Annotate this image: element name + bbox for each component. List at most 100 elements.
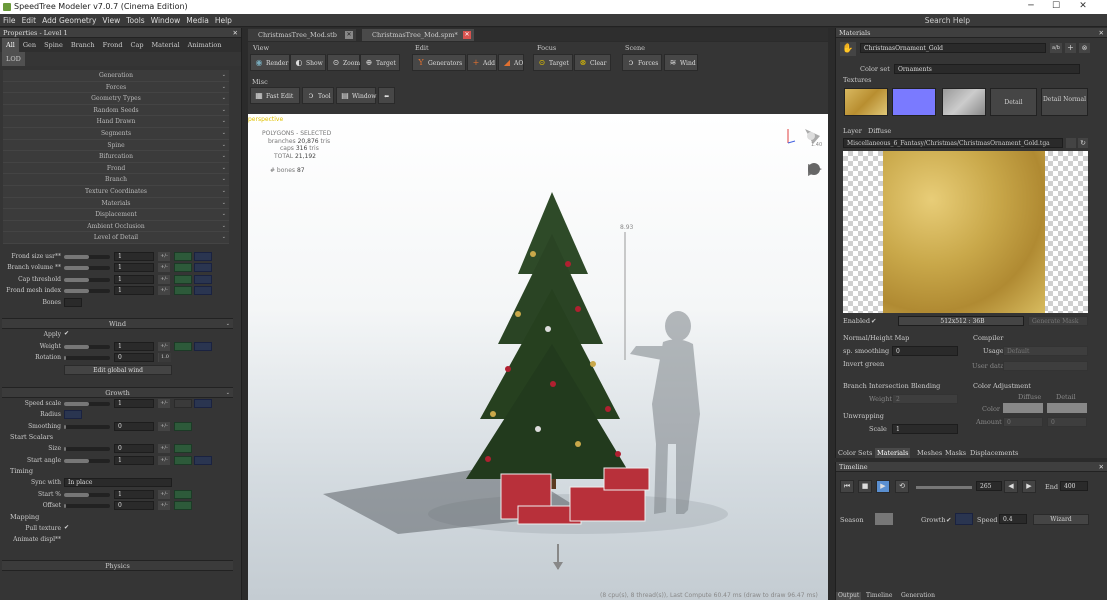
speed-field[interactable]: 0.4 — [999, 514, 1027, 524]
back-arrow-button[interactable]: ⬅ — [378, 87, 395, 104]
search-help[interactable]: Search Help — [922, 14, 973, 27]
value-field[interactable]: 1 — [114, 274, 154, 284]
tab-output[interactable]: Output — [836, 592, 862, 600]
detail-color-swatch[interactable] — [1047, 403, 1087, 413]
adjust-button[interactable]: +/- — [158, 341, 170, 351]
frame-slider[interactable] — [916, 486, 972, 489]
section-level-of-detail[interactable]: Level of Detail ⌄ — [3, 232, 229, 244]
section-geometry-types[interactable]: Geometry Types ⌄ — [3, 93, 229, 105]
ao-button[interactable]: ◢ AO — [498, 54, 524, 71]
edit-global-wind-button[interactable]: Edit global wind — [64, 364, 172, 375]
detail-slot[interactable]: Detail — [990, 88, 1037, 116]
close-icon[interactable]: ✕ — [463, 31, 471, 39]
value-field[interactable]: 1 — [114, 251, 154, 261]
user-data-field[interactable] — [1003, 361, 1088, 371]
green-swatch[interactable] — [174, 341, 192, 351]
value-field[interactable]: 1 — [114, 263, 154, 273]
section-displacement[interactable]: Displacement ⌄ — [3, 209, 229, 221]
rewind-icon[interactable]: ⏮ — [840, 480, 854, 493]
tab-frond[interactable]: Frond — [99, 38, 127, 52]
play-icon[interactable]: ▶ — [876, 480, 890, 493]
window-button[interactable]: ▤ Window — [336, 87, 376, 104]
growth-curve[interactable] — [955, 513, 973, 525]
diffuse-color-swatch[interactable] — [1003, 403, 1043, 413]
section-texture-coordinates[interactable]: Texture Coordinates ⌄ — [3, 185, 229, 198]
green-swatch[interactable] — [174, 251, 192, 261]
wind-button[interactable]: ≋ Wind — [664, 54, 698, 71]
value-field[interactable]: 0 — [114, 444, 154, 454]
section-hand-drawn[interactable]: Hand Drawn ⌄ — [3, 116, 229, 128]
rename-icon[interactable]: a/b — [1050, 43, 1062, 53]
close-button[interactable]: ✕ — [1070, 0, 1096, 13]
value-field[interactable]: 1 — [114, 455, 154, 465]
pull-texture-checkbox[interactable]: ✔ — [64, 524, 69, 531]
sync-select[interactable]: In place — [64, 478, 172, 488]
delete-material-icon[interactable]: ⊗ — [1079, 43, 1090, 53]
loop-icon[interactable]: ⟲ — [895, 480, 909, 493]
tab-animation[interactable]: Animation — [184, 38, 226, 52]
next-frame-icon[interactable]: ▶ — [1022, 480, 1036, 493]
value-slider[interactable] — [64, 356, 110, 361]
generators-button[interactable]: Y Generators — [412, 54, 466, 71]
section-generation[interactable]: Generation ⌄ — [3, 70, 229, 82]
green-swatch[interactable] — [174, 274, 192, 284]
apply-checkbox[interactable]: ✔ — [64, 330, 69, 337]
section-branch[interactable]: Branch ⌄ — [3, 174, 229, 186]
adjust-button[interactable]: +/- — [158, 251, 170, 261]
minimize-button[interactable]: ─ — [1018, 0, 1044, 13]
weight-field[interactable]: 2 — [892, 394, 958, 404]
value-field[interactable]: 1 — [114, 489, 154, 499]
hand-icon[interactable]: ✋ — [840, 42, 856, 56]
value-field[interactable]: 1 — [114, 286, 154, 296]
tab-gen[interactable]: Gen — [19, 38, 40, 52]
curve-button[interactable] — [194, 251, 212, 261]
material-name-select[interactable]: ChristmasOrnament_Gold — [860, 43, 1046, 53]
green-swatch[interactable] — [174, 286, 192, 296]
amount-detail-field[interactable]: 0 — [1047, 417, 1087, 427]
tab-branch[interactable]: Branch — [67, 38, 99, 52]
tab-materials[interactable]: Materials — [875, 448, 911, 458]
tab-cap[interactable]: Cap — [127, 38, 148, 52]
menu-help[interactable]: Help — [212, 14, 235, 27]
tab-meshes[interactable]: Meshes — [915, 448, 944, 458]
tab-color-sets[interactable]: Color Sets — [836, 448, 874, 458]
section-ambient-occlusion[interactable]: Ambient Occlusion ⌄ — [3, 220, 229, 233]
close-icon[interactable]: ✕ — [233, 28, 238, 38]
generate-mask-button[interactable]: Generate Mask — [1028, 316, 1088, 326]
value-field[interactable]: 0 — [114, 501, 154, 511]
green-swatch[interactable] — [174, 263, 192, 273]
target-button[interactable]: ⊕ Target — [360, 54, 400, 71]
value-slider[interactable] — [64, 277, 110, 282]
color-set-select[interactable]: Ornaments — [894, 64, 1080, 74]
section-forces[interactable]: Forces ⌄ — [3, 81, 229, 94]
max-field[interactable]: 1.0 — [159, 353, 171, 363]
end-field[interactable]: 400 — [1060, 481, 1088, 491]
diffuse-thumbnail[interactable] — [844, 88, 888, 116]
browse-icon[interactable] — [1066, 138, 1076, 148]
tab-lod[interactable]: LOD — [2, 52, 25, 66]
menu-add-geometry[interactable]: Add Geometry — [39, 14, 99, 27]
doc-tab-stb[interactable]: ChristmasTree_Mod.stb ✕ — [248, 29, 356, 41]
close-icon[interactable]: ✕ — [1099, 462, 1104, 472]
green-swatch[interactable] — [174, 444, 192, 454]
detail-normal-slot[interactable]: Detail Normal — [1041, 88, 1088, 116]
section-materials[interactable]: Materials ⌄ — [3, 197, 229, 210]
value-slider[interactable] — [64, 492, 110, 497]
wind-header[interactable]: Wind ⌄ — [2, 318, 233, 330]
section-frond[interactable]: Frond ⌄ — [3, 162, 229, 175]
fast-edit-button[interactable]: ▦ Fast Edit — [250, 87, 300, 104]
section-spine[interactable]: Spine ⌄ — [3, 139, 229, 152]
tab-material[interactable]: Material — [148, 38, 184, 52]
adjust-button[interactable]: +/- — [158, 263, 170, 273]
menu-file[interactable]: File — [0, 14, 19, 27]
focus-target-button[interactable]: ⊙ Target — [533, 54, 573, 71]
value-slider[interactable] — [64, 289, 110, 294]
focus-clear-button[interactable]: ⊗ Clear — [574, 54, 611, 71]
scale-field[interactable]: 1 — [892, 424, 958, 434]
green-swatch[interactable] — [174, 501, 192, 511]
menu-edit[interactable]: Edit — [19, 14, 40, 27]
render-button[interactable]: ◉ Render — [250, 54, 290, 71]
amount-diffuse-field[interactable]: 0 — [1003, 417, 1043, 427]
section-random-seeds[interactable]: Random Seeds ⌄ — [3, 104, 229, 117]
smoothing-field[interactable]: 0 — [892, 346, 958, 356]
